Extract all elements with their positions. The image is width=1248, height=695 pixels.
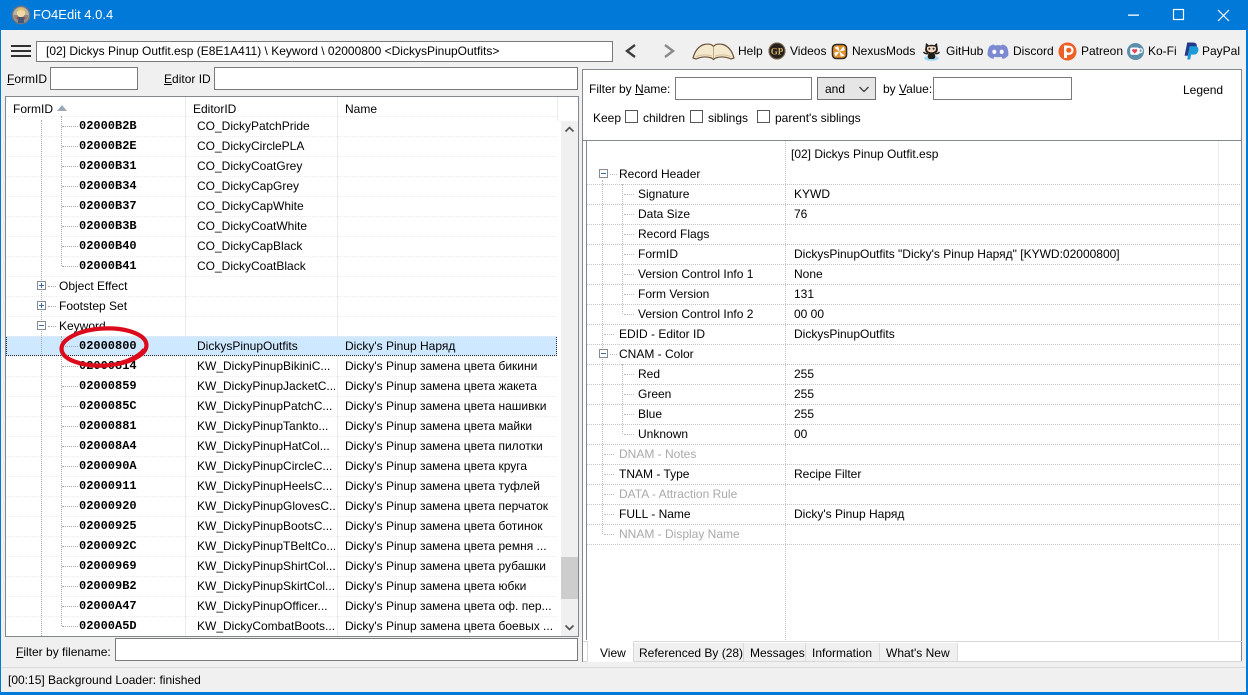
- svg-text:GP: GP: [771, 47, 784, 57]
